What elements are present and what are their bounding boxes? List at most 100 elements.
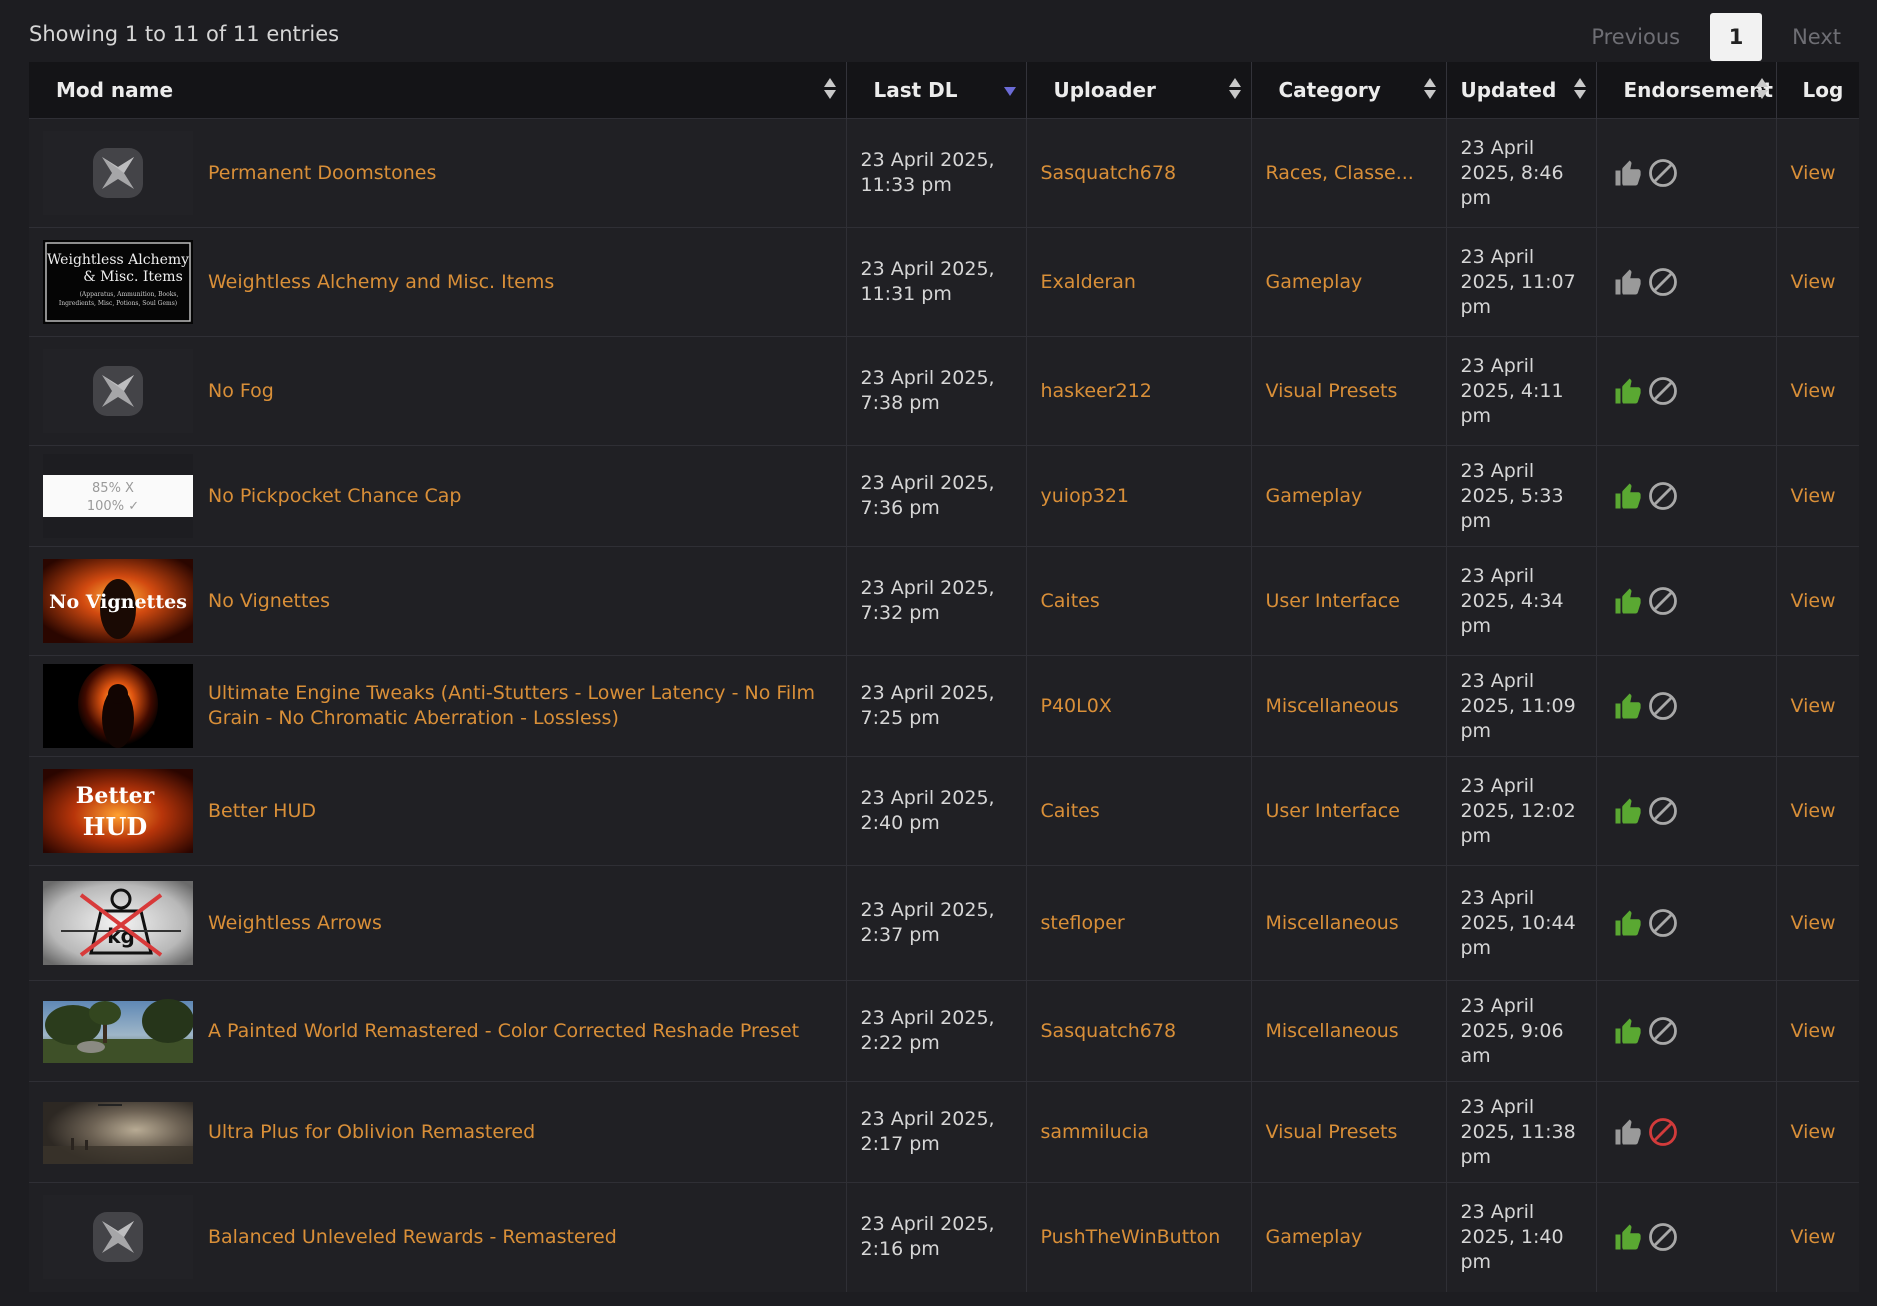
uploader-link[interactable]: Sasquatch678 [1041, 162, 1177, 184]
mod-name-link[interactable]: No Fog [208, 379, 274, 404]
category-link[interactable]: Races, Classe... [1266, 162, 1414, 184]
category-link[interactable]: Visual Presets [1266, 380, 1398, 402]
mod-name-link[interactable]: Permanent Doomstones [208, 161, 436, 186]
abstain-icon[interactable] [1647, 795, 1679, 827]
abstain-icon[interactable] [1647, 907, 1679, 939]
view-log-link[interactable]: View [1791, 380, 1836, 402]
thumbs-up-icon[interactable] [1613, 796, 1643, 826]
uploader-cell: Exalderan [1026, 227, 1252, 337]
view-log-link[interactable]: View [1791, 590, 1836, 612]
abstain-icon[interactable] [1647, 1015, 1679, 1047]
uploader-link[interactable]: Caites [1041, 800, 1100, 822]
uploader-link[interactable]: stefloper [1041, 912, 1125, 934]
endorsement-cell [1596, 980, 1777, 1082]
thumbs-up-icon[interactable] [1613, 481, 1643, 511]
mod-thumbnail-frame[interactable] [43, 989, 193, 1073]
mod-name-link[interactable]: Better HUD [208, 799, 316, 824]
mod-thumbnail-frame[interactable] [43, 664, 193, 748]
abstain-icon[interactable] [1647, 480, 1679, 512]
uploader-link[interactable]: Sasquatch678 [1041, 1020, 1177, 1042]
endorsement-cell [1596, 756, 1777, 866]
abstain-icon[interactable] [1647, 157, 1679, 189]
thumbs-up-icon[interactable] [1613, 1016, 1643, 1046]
thumbs-up-icon[interactable] [1613, 1222, 1643, 1252]
category-link[interactable]: User Interface [1266, 590, 1400, 612]
mod-thumbnail-frame[interactable]: kg [43, 881, 193, 965]
view-log-link[interactable]: View [1791, 1121, 1836, 1143]
view-log-link[interactable]: View [1791, 800, 1836, 822]
mod-name-link[interactable]: Balanced Unleveled Rewards - Remastered [208, 1225, 617, 1250]
view-log-link[interactable]: View [1791, 162, 1836, 184]
mod-thumbnail: No Vignettes [43, 559, 193, 643]
category-link[interactable]: Miscellaneous [1266, 912, 1399, 934]
log-cell: View [1776, 980, 1859, 1082]
abstain-icon[interactable] [1647, 1116, 1679, 1148]
header-mod-name[interactable]: Mod name [29, 62, 847, 119]
view-log-link[interactable]: View [1791, 485, 1836, 507]
header-category[interactable]: Category [1251, 62, 1447, 119]
mod-name-link[interactable]: A Painted World Remastered - Color Corre… [208, 1019, 799, 1044]
view-log-link[interactable]: View [1791, 271, 1836, 293]
uploader-link[interactable]: yuiop321 [1041, 485, 1130, 507]
uploader-link[interactable]: P40L0X [1041, 695, 1112, 717]
thumbs-up-icon[interactable] [1613, 267, 1643, 297]
mod-name-link[interactable]: Ultra Plus for Oblivion Remastered [208, 1120, 535, 1145]
mod-name-link[interactable]: No Vignettes [208, 589, 330, 614]
updated-cell: 23 April 2025, 1:40 pm [1446, 1182, 1597, 1292]
category-link[interactable]: User Interface [1266, 800, 1400, 822]
thumbs-up-icon[interactable] [1613, 376, 1643, 406]
svg-text:Weightless Alchemy: Weightless Alchemy [47, 252, 189, 268]
mod-thumbnail-frame[interactable] [43, 1090, 193, 1174]
mod-name-link[interactable]: No Pickpocket Chance Cap [208, 484, 461, 509]
header-uploader[interactable]: Uploader [1026, 62, 1252, 119]
header-updated[interactable]: Updated [1446, 62, 1597, 119]
view-log-link[interactable]: View [1791, 695, 1836, 717]
abstain-icon[interactable] [1647, 690, 1679, 722]
table-row: No Vignettes No Vignettes 23 April 2025, 7… [29, 546, 1859, 656]
mod-thumbnail-frame[interactable] [43, 349, 193, 433]
next-page-button[interactable]: Next [1766, 25, 1877, 49]
abstain-icon[interactable] [1647, 266, 1679, 298]
uploader-link[interactable]: Exalderan [1041, 271, 1136, 293]
thumbs-up-icon[interactable] [1613, 1117, 1643, 1147]
abstain-icon[interactable] [1647, 1221, 1679, 1253]
category-link[interactable]: Miscellaneous [1266, 1020, 1399, 1042]
uploader-link[interactable]: sammilucia [1041, 1121, 1150, 1143]
mod-thumbnail-frame[interactable]: Better HUD [43, 769, 193, 853]
category-link[interactable]: Gameplay [1266, 271, 1363, 293]
log-cell: View [1776, 1081, 1859, 1183]
abstain-icon[interactable] [1647, 585, 1679, 617]
endorsement-cell [1596, 1081, 1777, 1183]
mod-name-cell: Balanced Unleveled Rewards - Remastered [29, 1182, 847, 1292]
uploader-link[interactable]: PushTheWinButton [1041, 1226, 1221, 1248]
category-link[interactable]: Gameplay [1266, 485, 1363, 507]
thumbs-up-icon[interactable] [1613, 691, 1643, 721]
uploader-link[interactable]: haskeer212 [1041, 380, 1152, 402]
updated-cell: 23 April 2025, 4:34 pm [1446, 546, 1597, 656]
mod-thumbnail-frame[interactable] [43, 1195, 193, 1280]
previous-page-button[interactable]: Previous [1565, 25, 1706, 49]
view-log-link[interactable]: View [1791, 1020, 1836, 1042]
thumbs-up-icon[interactable] [1613, 908, 1643, 938]
mod-thumbnail-frame[interactable]: 85% X 100% ✓ [43, 454, 193, 538]
thumbs-up-icon[interactable] [1613, 586, 1643, 616]
header-endorsement[interactable]: Endorsement [1596, 62, 1777, 119]
mod-name-link[interactable]: Ultimate Engine Tweaks (Anti-Stutters - … [208, 681, 832, 731]
view-log-link[interactable]: View [1791, 1226, 1836, 1248]
uploader-link[interactable]: Caites [1041, 590, 1100, 612]
mod-thumbnail-frame[interactable] [43, 131, 193, 215]
category-link[interactable]: Gameplay [1266, 1226, 1363, 1248]
mod-thumbnail-frame[interactable]: No Vignettes [43, 559, 193, 643]
category-cell: Miscellaneous [1251, 865, 1447, 981]
thumbs-up-icon[interactable] [1613, 158, 1643, 188]
mod-thumbnail-frame[interactable]: Weightless Alchemy & Misc. Items (Apparatu… [43, 240, 193, 324]
category-link[interactable]: Miscellaneous [1266, 695, 1399, 717]
header-last-dl[interactable]: Last DL [846, 62, 1027, 119]
mod-name-link[interactable]: Weightless Arrows [208, 911, 382, 936]
category-link[interactable]: Visual Presets [1266, 1121, 1398, 1143]
abstain-icon[interactable] [1647, 375, 1679, 407]
svg-text:kg: kg [107, 924, 135, 948]
page-1-button[interactable]: 1 [1710, 13, 1763, 61]
view-log-link[interactable]: View [1791, 912, 1836, 934]
mod-name-link[interactable]: Weightless Alchemy and Misc. Items [208, 270, 554, 295]
